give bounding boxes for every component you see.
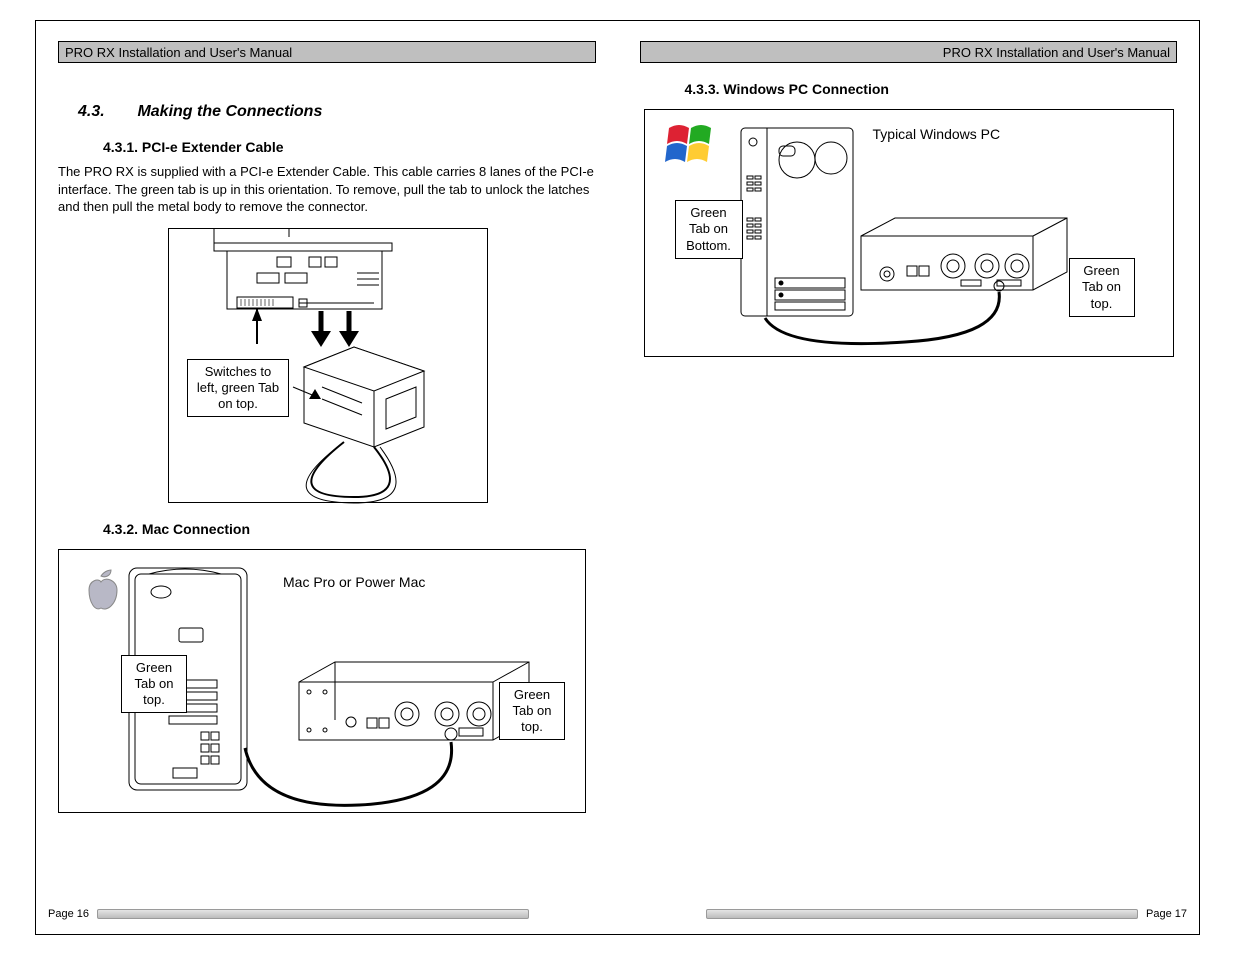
section-name: Making the Connections bbox=[137, 103, 322, 120]
figure-433: Typical Windows PC Green Tab on Bottom. … bbox=[644, 109, 1174, 357]
subsection-433-title: 4.3.3. Windows PC Connection bbox=[685, 81, 1178, 97]
figure-432-label: Mac Pro or Power Mac bbox=[283, 574, 425, 590]
page-number: Page 16 bbox=[48, 908, 89, 920]
page-header: PRO RX Installation and User's Manual bbox=[640, 41, 1178, 63]
figure-431: Switches to left, green Tab on top. bbox=[168, 228, 488, 503]
section-title: 4.3. Making the Connections bbox=[78, 103, 596, 121]
page-17: PRO RX Installation and User's Manual 4.… bbox=[618, 21, 1200, 934]
page-footer-left: Page 16 bbox=[48, 908, 537, 920]
subsection-432-title: 4.3.2. Mac Connection bbox=[103, 521, 596, 537]
footer-ornament-icon bbox=[97, 909, 529, 919]
page-number: Page 17 bbox=[1146, 908, 1187, 920]
figure-432-callout-left: Green Tab on top. bbox=[121, 655, 187, 714]
document-spread: PRO RX Installation and User's Manual 4.… bbox=[35, 20, 1200, 935]
figure-432-callout-right: Green Tab on top. bbox=[499, 682, 565, 741]
page-footer-right: Page 17 bbox=[698, 908, 1187, 920]
subsection-431-title: 4.3.1. PCI-e Extender Cable bbox=[103, 139, 596, 155]
figure-433-label: Typical Windows PC bbox=[873, 126, 1001, 142]
figure-431-callout: Switches to left, green Tab on top. bbox=[187, 359, 289, 418]
page-16: PRO RX Installation and User's Manual 4.… bbox=[36, 21, 618, 934]
section-number: 4.3. bbox=[78, 103, 133, 121]
figure-433-callout-right: Green Tab on top. bbox=[1069, 258, 1135, 317]
subsection-431-body: The PRO RX is supplied with a PCI-e Exte… bbox=[58, 163, 596, 216]
footer-ornament-icon bbox=[706, 909, 1138, 919]
page-header: PRO RX Installation and User's Manual bbox=[58, 41, 596, 63]
figure-433-callout-left: Green Tab on Bottom. bbox=[675, 200, 743, 259]
figure-432: Mac Pro or Power Mac Green Tab on top. G… bbox=[58, 549, 586, 813]
